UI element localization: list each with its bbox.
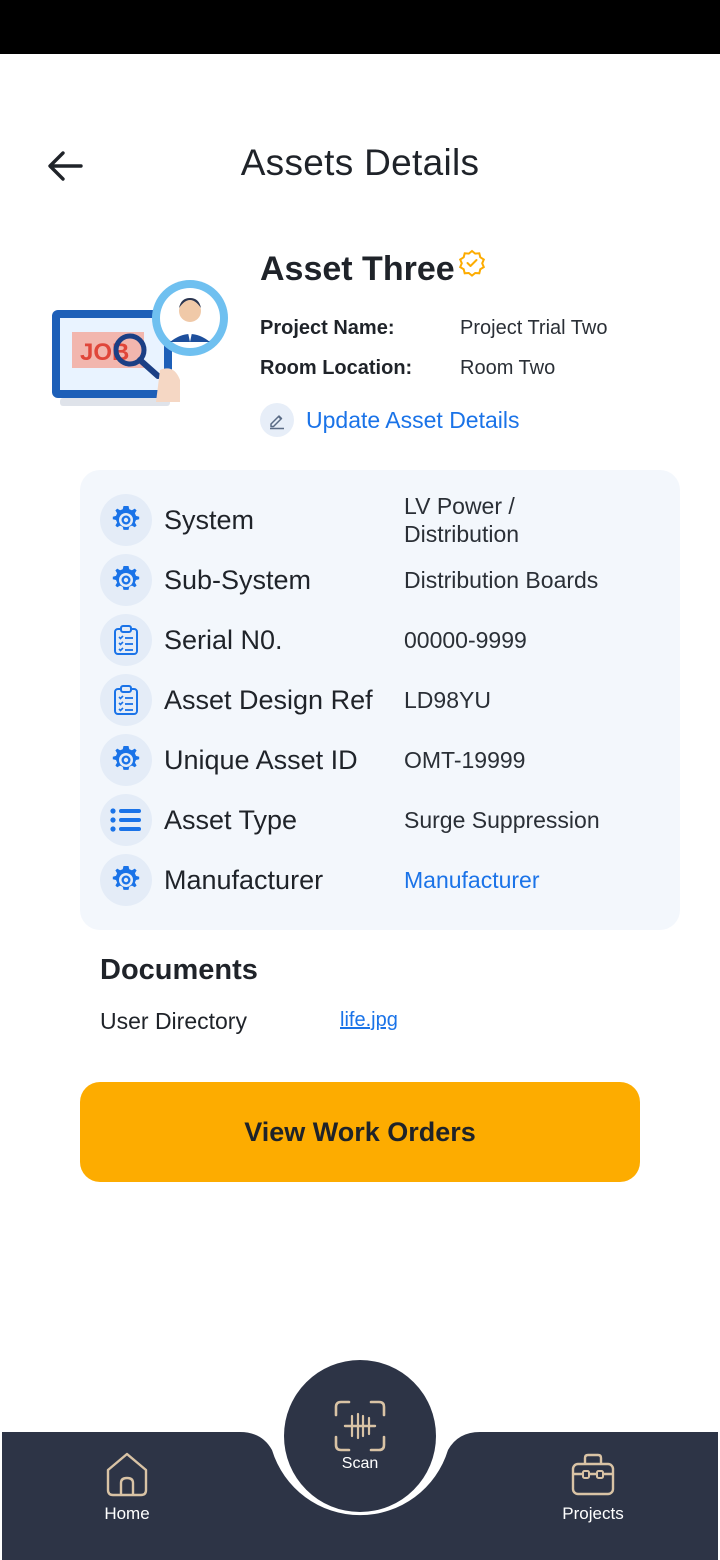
view-work-orders-button[interactable]: View Work Orders (80, 1082, 640, 1182)
documents-heading: Documents (100, 954, 258, 986)
detail-row-manufacturer: Manufacturer Manufacturer (100, 854, 660, 908)
detail-label: Asset Type (164, 805, 298, 835)
detail-label: Manufacturer (164, 865, 324, 895)
asset-details-card: System LV Power / Distribution Sub-Syste… (80, 470, 680, 930)
header: Assets Details (0, 130, 720, 200)
gear-icon (100, 734, 152, 786)
pencil-icon (260, 403, 294, 437)
nav-projects-label: Projects (562, 1504, 624, 1523)
scan-icon (334, 1400, 386, 1452)
gear-icon (100, 554, 152, 606)
scan-label: Scan (341, 1455, 379, 1472)
detail-value: 00000-9999 (404, 627, 527, 653)
update-asset-details-link[interactable]: Update Asset Details (260, 402, 520, 438)
detail-label: Sub-System (164, 565, 312, 595)
detail-label: Unique Asset ID (164, 745, 358, 775)
detail-value: Distribution Boards (404, 567, 599, 593)
room-location-value: Room Two (460, 357, 556, 379)
update-asset-details-text: Update Asset Details (306, 406, 520, 433)
list-icon (100, 794, 152, 846)
nav-projects[interactable]: Projects (548, 1450, 638, 1524)
detail-value: OMT-19999 (404, 747, 526, 773)
asset-name-text: Asset Three (260, 250, 455, 288)
nav-home[interactable]: Home (86, 1450, 168, 1524)
clipboard-icon (100, 614, 152, 666)
documents-label: User Directory (100, 1008, 247, 1034)
detail-label: Serial N0. (164, 625, 283, 655)
detail-value: LD98YU (404, 687, 491, 713)
home-icon (106, 1452, 148, 1497)
detail-row-unique-asset-id: Unique Asset ID OMT-19999 (100, 734, 660, 788)
detail-value: LV Power / Distribution (404, 493, 520, 547)
detail-value: Surge Suppression (404, 807, 600, 833)
status-bar (0, 0, 720, 54)
detail-row-serial-number: Serial N0. 00000-9999 (100, 614, 660, 668)
gear-icon (100, 854, 152, 906)
document-file-link[interactable]: life.jpg (340, 1009, 398, 1032)
detail-row-asset-type: Asset Type Surge Suppression (100, 794, 660, 848)
asset-name: Asset Three (260, 248, 487, 289)
detail-row-system: System LV Power / Distribution (100, 493, 660, 548)
detail-label: Asset Design Ref (164, 685, 373, 715)
verified-badge-icon (457, 248, 487, 287)
briefcase-icon (571, 1453, 615, 1496)
page-title: Assets Details (240, 142, 480, 183)
nav-home-label: Home (104, 1504, 150, 1523)
project-name-value: Project Trial Two (460, 317, 608, 339)
gear-icon (100, 494, 152, 546)
detail-label: System (164, 505, 255, 535)
clipboard-icon (100, 674, 152, 726)
room-location-label: Room Location: (260, 357, 413, 379)
detail-row-asset-design-ref: Asset Design Ref LD98YU (100, 674, 660, 728)
project-name-label: Project Name: (260, 317, 395, 339)
detail-row-sub-system: Sub-System Distribution Boards (100, 554, 660, 608)
asset-illustration: JOB (50, 278, 235, 413)
scan-button[interactable]: Scan (284, 1360, 436, 1512)
manufacturer-link[interactable]: Manufacturer (404, 866, 664, 894)
bottom-nav: Home Scan Projects (0, 1350, 720, 1560)
